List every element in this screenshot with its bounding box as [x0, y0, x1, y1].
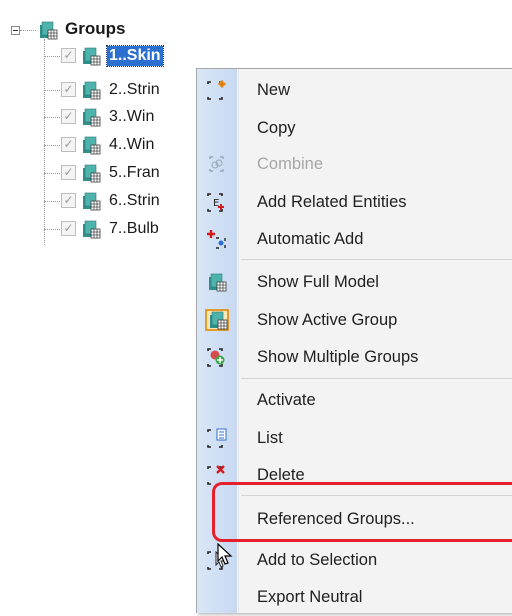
- tree-item-label: 7..Bulb: [109, 220, 159, 237]
- menu-item-new[interactable]: New: [197, 71, 512, 109]
- checkbox-icon[interactable]: ✓: [61, 82, 76, 97]
- group-icon: [80, 218, 102, 240]
- checkbox-icon[interactable]: ✓: [61, 221, 76, 236]
- menu-item-label: New: [257, 81, 291, 99]
- group-icon: [80, 162, 102, 184]
- full-model-icon: [205, 271, 229, 293]
- checkbox-icon[interactable]: ✓: [61, 109, 76, 124]
- combine-icon: [209, 156, 224, 172]
- collapse-toggle-icon[interactable]: [11, 26, 20, 35]
- tree-root-label[interactable]: Groups: [65, 18, 125, 40]
- tree-item-label: 3..Win: [109, 108, 155, 125]
- checkbox-icon[interactable]: ✓: [61, 137, 76, 152]
- tree-item-label: 2..Strin: [109, 81, 160, 98]
- menu-item-label: Show Full Model: [257, 273, 379, 291]
- tree-item-label: 4..Win: [109, 136, 155, 153]
- active-group-icon: [205, 309, 229, 331]
- group-icon: [80, 106, 102, 128]
- menu-item-activate[interactable]: Activate: [197, 381, 512, 419]
- menu-item-show-full-model[interactable]: Show Full Model: [197, 263, 512, 301]
- list-icon: [205, 428, 227, 449]
- menu-item-automatic-add[interactable]: Automatic Add: [197, 220, 512, 258]
- tree-connector: [20, 30, 36, 31]
- tree-connector: [44, 39, 45, 245]
- menu-item-label: Show Active Group: [257, 311, 398, 329]
- group-icon: [80, 190, 102, 212]
- menu-item-label: List: [257, 429, 283, 447]
- menu-item-label: Activate: [257, 391, 316, 409]
- checkbox-icon[interactable]: ✓: [61, 193, 76, 208]
- menu-item-show-active-group[interactable]: Show Active Group: [197, 301, 512, 339]
- group-icon: [80, 45, 102, 67]
- menu-item-label: Show Multiple Groups: [257, 348, 419, 366]
- menu-item-show-multiple-groups[interactable]: Show Multiple Groups: [197, 338, 512, 376]
- automatic-add-icon: [207, 230, 226, 249]
- menu-item-label: Add to Selection: [257, 551, 378, 569]
- menu-item-label: Automatic Add: [257, 230, 364, 248]
- checkbox-icon[interactable]: ✓: [61, 48, 76, 63]
- menu-item-label: Combine: [257, 155, 324, 173]
- tree-item-label: 6..Strin: [109, 192, 160, 209]
- menu-item-copy[interactable]: Copy: [197, 109, 512, 147]
- group-icon: [80, 134, 102, 156]
- menu-item-label: Copy: [257, 119, 296, 137]
- mouse-pointer-icon: [217, 543, 233, 565]
- menu-item-add-to-selection[interactable]: Add to Selection: [197, 541, 512, 579]
- menu-item-label: Add Related Entities: [257, 193, 407, 211]
- highlight-annotation-box: [212, 482, 512, 542]
- menu-item-list[interactable]: List: [197, 419, 512, 457]
- tree-item-label: 1..Skin: [106, 45, 164, 67]
- menu-item-combine[interactable]: Combine: [197, 145, 512, 183]
- group-folder-icon: [37, 19, 59, 41]
- checkbox-icon[interactable]: ✓: [61, 165, 76, 180]
- multiple-groups-icon: [205, 346, 225, 368]
- add-related-icon: E: [205, 191, 224, 213]
- tree-item-label: 5..Fran: [109, 164, 160, 181]
- new-icon: [205, 80, 226, 101]
- menu-item-export-neutral[interactable]: Export Neutral: [197, 578, 512, 616]
- menu-item-add-related-entities[interactable]: E Add Related Entities: [197, 183, 512, 221]
- menu-item-label: Export Neutral: [257, 588, 363, 606]
- group-icon: [80, 79, 102, 101]
